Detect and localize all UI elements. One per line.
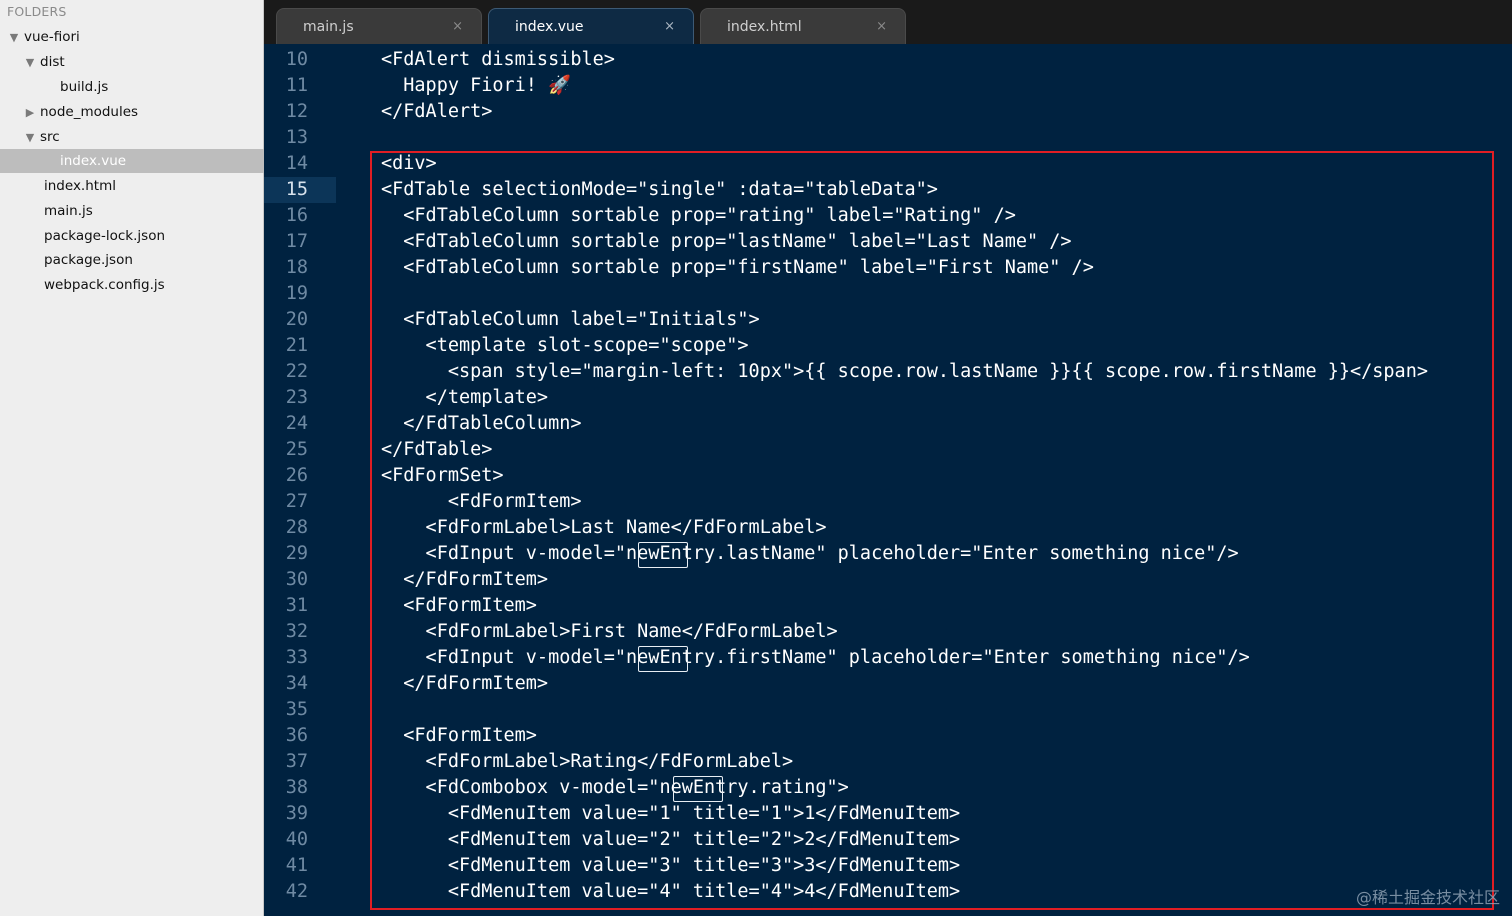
tree-folder-src[interactable]: ▼ src	[0, 125, 264, 149]
line-number: 32	[285, 621, 308, 642]
tree-file-package-json[interactable]: package.json	[0, 248, 264, 272]
expand-arrow-icon[interactable]: ▼	[24, 126, 36, 150]
line-number: 16	[285, 205, 308, 226]
collapse-arrow-icon[interactable]: ▶	[24, 101, 36, 125]
tree-folder-dist[interactable]: ▼ dist	[0, 50, 264, 74]
line-number: 34	[285, 673, 308, 694]
line-number-gutter: 10 11 12 13 14 15 16 17 18 19 20 21 22 23 24 25 26 27 28 29…	[264, 44, 336, 916]
tree-item-label: package.json	[44, 252, 133, 268]
line-number: 13	[285, 127, 308, 148]
tree-file-build-js[interactable]: build.js	[0, 75, 264, 99]
tree-item-label: build.js	[60, 79, 109, 95]
line-number: 38	[285, 777, 308, 798]
tree-item-label: vue-fiori	[24, 29, 80, 45]
line-number: 18	[285, 257, 308, 278]
line-number: 36	[285, 725, 308, 746]
tree-item-label: node_modules	[40, 104, 139, 120]
line-number: 20	[285, 309, 308, 330]
line-number: 40	[285, 829, 308, 850]
tab-label: index.html	[727, 19, 802, 35]
tab-label: index.vue	[515, 19, 584, 35]
tree-file-main-js[interactable]: main.js	[0, 199, 264, 223]
tree-item-label: index.html	[44, 178, 116, 194]
line-number: 10	[285, 49, 308, 70]
line-number: 31	[285, 595, 308, 616]
code-line[interactable]: Happy Fiori! 🚀	[381, 73, 571, 99]
tree-item-label: main.js	[44, 203, 93, 219]
line-number: 29	[285, 543, 308, 564]
close-icon[interactable]: ×	[452, 9, 463, 45]
line-number: 37	[285, 751, 308, 772]
line-number: 35	[285, 699, 308, 720]
tab-index-vue[interactable]: index.vue ×	[488, 8, 694, 44]
line-number: 15	[285, 179, 308, 200]
line-number: 25	[285, 439, 308, 460]
code-editor[interactable]: 10 11 12 13 14 15 16 17 18 19 20 21 22 23 24 25 26 27 28 29…	[264, 44, 1512, 916]
code-line[interactable]: </FdAlert>	[381, 99, 492, 125]
tree-folder-vue-fiori[interactable]: ▼ vue-fiori	[0, 25, 264, 49]
tree-item-label: package-lock.json	[44, 228, 166, 244]
line-number: 19	[285, 283, 308, 304]
expand-arrow-icon[interactable]: ▼	[24, 51, 36, 75]
line-number: 39	[285, 803, 308, 824]
red-annotation-box	[370, 151, 1494, 910]
line-number: 27	[285, 491, 308, 512]
tree-file-package-lock-json[interactable]: package-lock.json	[0, 224, 264, 248]
code-line[interactable]: <FdAlert dismissible>	[381, 47, 615, 73]
line-number: 41	[285, 855, 308, 876]
tree-file-index-html[interactable]: index.html	[0, 174, 264, 198]
tree-item-label: webpack.config.js	[44, 277, 165, 293]
folders-title: FOLDERS	[7, 4, 67, 19]
line-number: 33	[285, 647, 308, 668]
line-number: 11	[285, 75, 308, 96]
watermark: @稀土掘金技术社区	[1355, 888, 1500, 907]
tab-index-html[interactable]: index.html ×	[700, 8, 906, 44]
expand-arrow-icon[interactable]: ▼	[8, 26, 20, 50]
tab-main-js[interactable]: main.js ×	[276, 8, 482, 44]
line-number: 42	[285, 881, 308, 902]
tree-file-webpack-config-js[interactable]: webpack.config.js	[0, 273, 264, 297]
tree-folder-node-modules[interactable]: ▶ node_modules	[0, 100, 264, 124]
tree-item-label: dist	[40, 54, 65, 70]
line-number: 28	[285, 517, 308, 538]
line-number: 23	[285, 387, 308, 408]
sidebar: FOLDERS ▼ vue-fiori ▼ dist build.js ▶ node_…	[0, 0, 264, 916]
tree-item-label: src	[40, 129, 60, 145]
line-number: 21	[285, 335, 308, 356]
line-number: 12	[285, 101, 308, 122]
line-number: 22	[285, 361, 308, 382]
tree-file-index-vue[interactable]: index.vue	[0, 149, 264, 173]
tab-label: main.js	[303, 19, 354, 35]
line-number: 26	[285, 465, 308, 486]
tree-item-label: index.vue	[60, 153, 127, 169]
line-number: 14	[285, 153, 308, 174]
line-number: 30	[285, 569, 308, 590]
line-number: 24	[285, 413, 308, 434]
line-number: 17	[285, 231, 308, 252]
close-icon[interactable]: ×	[876, 9, 887, 45]
tab-bar: main.js × index.vue × index.html ×	[264, 0, 1512, 44]
close-icon[interactable]: ×	[664, 9, 675, 45]
